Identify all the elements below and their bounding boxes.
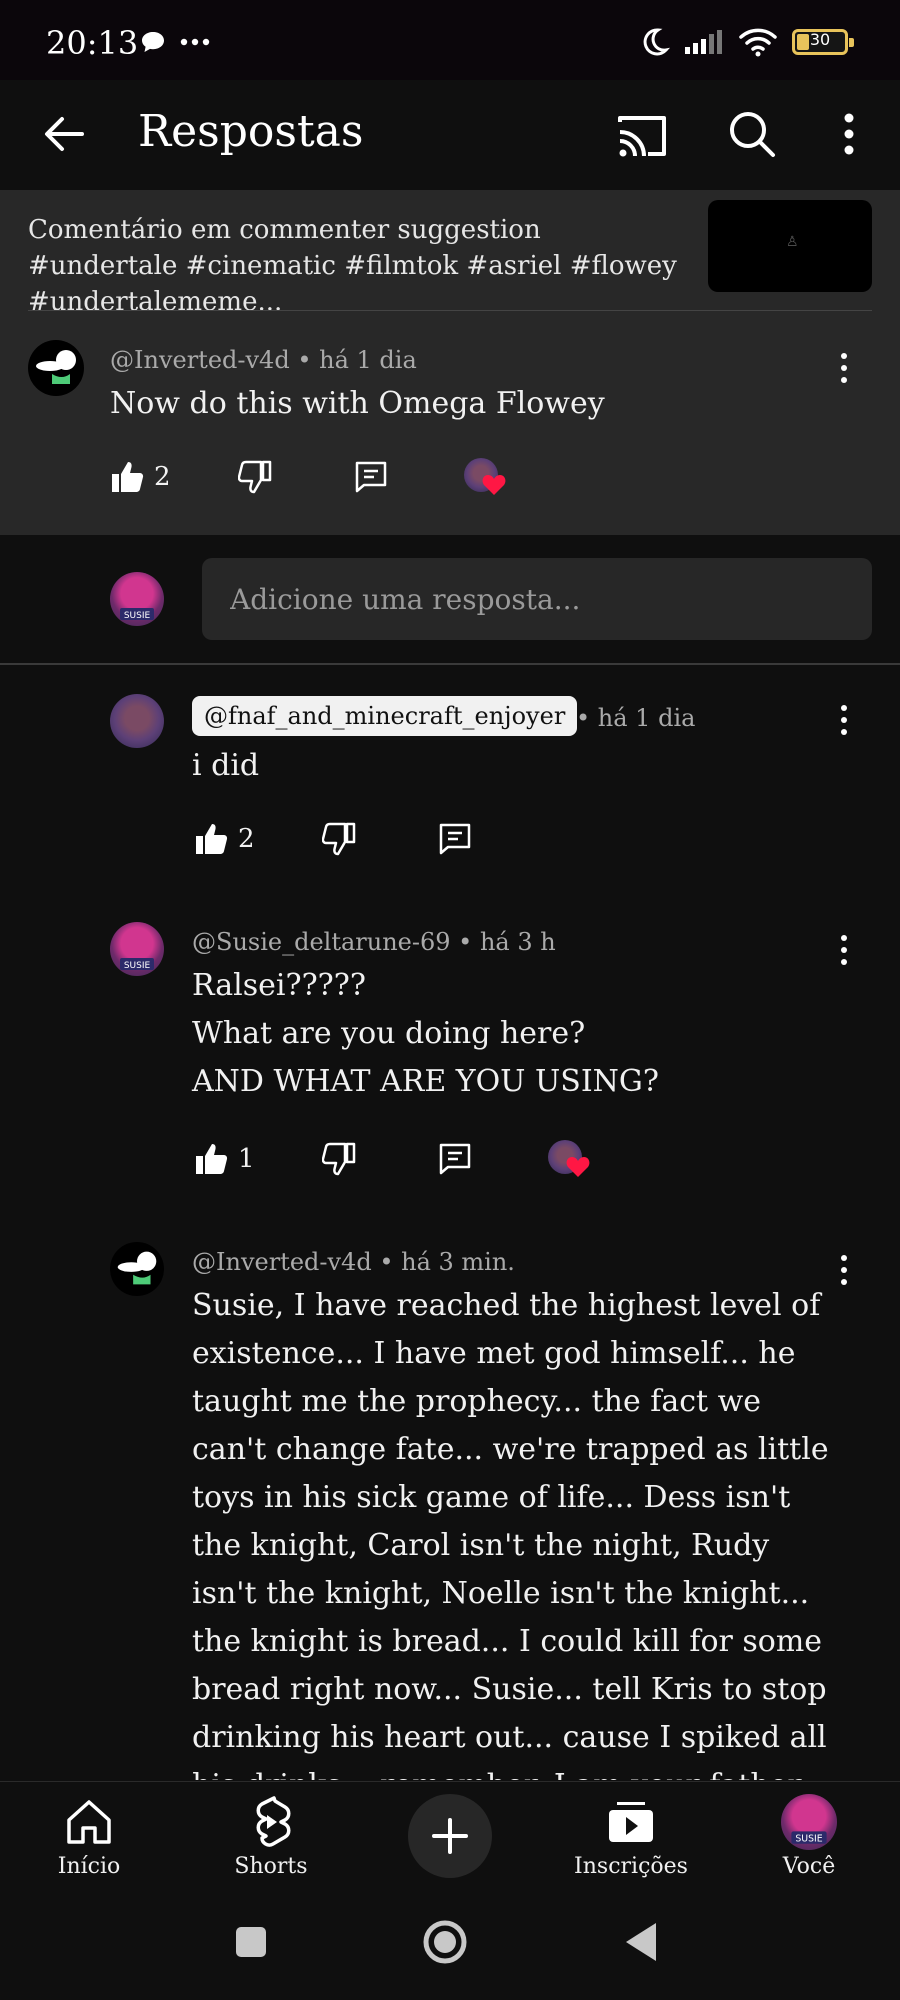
shorts-icon <box>256 1796 291 1847</box>
heart-icon <box>566 1157 590 1177</box>
comment-more-icon[interactable] <box>834 350 854 386</box>
page-title: Respostas <box>138 106 364 157</box>
dislike-icon[interactable] <box>322 822 356 856</box>
comment-line: Ralsei????? <box>192 968 366 1003</box>
susie-badge-icon: SUSIE <box>120 958 154 971</box>
user-avatar: SUSIE <box>110 572 164 626</box>
heart-icon <box>482 475 506 495</box>
avatar-drawing-icon <box>36 350 76 384</box>
avatar[interactable] <box>110 1242 164 1296</box>
thumbnail-figure-icon: ♙ <box>786 234 799 250</box>
create-button[interactable] <box>408 1794 492 1878</box>
susie-badge-icon: SUSIE <box>120 608 154 621</box>
status-bar: 20:13 30 <box>0 0 900 80</box>
comment-author[interactable]: @Inverted-v4d <box>192 1248 372 1276</box>
nav-shorts-label: Shorts <box>234 1854 308 1879</box>
comment-meta: @Susie_deltarune-69 • há 3 h <box>192 928 556 956</box>
svg-text:SUSIE: SUSIE <box>124 611 151 621</box>
status-left-icons <box>140 30 210 54</box>
nav-subscriptions-label: Inscrições <box>574 1854 688 1879</box>
comment-text: Susie, I have reached the highest level … <box>192 1288 829 1780</box>
like-icon[interactable] <box>194 1142 228 1176</box>
cast-icon[interactable] <box>614 108 670 164</box>
battery-icon: 30 <box>792 29 854 55</box>
nav-shorts[interactable]: Shorts <box>196 1782 346 1892</box>
comment-author[interactable]: @Inverted-v4d <box>110 346 290 374</box>
more-options-icon[interactable] <box>834 106 864 162</box>
video-thumbnail[interactable]: ♙ <box>708 200 872 292</box>
signal-icon <box>685 30 722 54</box>
reply-icon[interactable] <box>354 460 388 494</box>
like-count: 2 <box>154 462 171 492</box>
video-context-text[interactable]: Comentário em commenter suggestion #unde… <box>28 212 698 320</box>
system-navigation-bar <box>0 1891 900 2000</box>
comment-meta: @Inverted-v4d • há 3 min. <box>192 1248 515 1276</box>
like-icon[interactable] <box>110 460 144 494</box>
plus-icon <box>432 1818 468 1854</box>
more-notifications-icon <box>180 38 210 46</box>
comment-line: AND WHAT ARE YOU USING? <box>192 1064 659 1099</box>
creator-heart-badge <box>548 1140 590 1180</box>
comment-text: Ralsei????? What are you doing here? AND… <box>192 962 659 1106</box>
divider <box>0 663 900 665</box>
like-count: 1 <box>238 1144 255 1174</box>
reply-input[interactable] <box>202 558 872 640</box>
avatar[interactable] <box>110 694 164 748</box>
like-icon[interactable] <box>194 822 228 856</box>
home-icon <box>67 1800 111 1844</box>
comment-meta: @Inverted-v4d • há 1 dia <box>110 346 417 374</box>
creator-heart-badge <box>464 458 506 498</box>
reply-icon[interactable] <box>438 822 472 856</box>
back-arrow-icon[interactable] <box>36 106 92 162</box>
svg-text:SUSIE: SUSIE <box>124 961 151 971</box>
dislike-icon[interactable] <box>322 1142 356 1176</box>
nav-you-label: Você <box>782 1854 836 1879</box>
app-bar: Respostas <box>0 80 900 190</box>
nav-subscriptions[interactable]: Inscrições <box>556 1782 706 1892</box>
do-not-disturb-moon-icon <box>643 28 670 56</box>
user-avatar: SUSIE <box>781 1794 837 1850</box>
comment-text: Now do this with Omega Flowey <box>110 386 605 421</box>
parent-comment-panel: Comentário em commenter suggestion #unde… <box>0 190 900 535</box>
search-icon[interactable] <box>724 106 780 162</box>
comment-line: What are you doing here? <box>192 1016 586 1051</box>
home-circle-icon[interactable] <box>422 1919 468 1965</box>
back-triangle-icon[interactable] <box>622 1921 658 1963</box>
svg-text:SUSIE: SUSIE <box>795 1834 822 1845</box>
bottom-navigation: Início Shorts Inscrições SUSIE Você <box>0 1781 900 1891</box>
comment-time: há 1 dia <box>319 346 417 374</box>
reply-input-box[interactable] <box>202 558 872 640</box>
avatar[interactable] <box>28 340 84 396</box>
comment-text: i did <box>192 748 260 783</box>
dislike-icon[interactable] <box>238 460 272 494</box>
recent-apps-icon[interactable] <box>234 1925 268 1959</box>
status-right-icons: 30 <box>638 26 854 58</box>
divider <box>28 310 872 311</box>
battery-level: 30 <box>809 30 831 49</box>
nav-home[interactable]: Início <box>14 1782 164 1892</box>
nav-you[interactable]: SUSIE Você <box>734 1782 884 1892</box>
wifi-icon <box>739 28 777 57</box>
avatar[interactable]: SUSIE <box>110 922 164 976</box>
status-time: 20:13 <box>46 24 139 62</box>
comment-more-icon[interactable] <box>834 932 854 968</box>
comment-time: há 3 min. <box>401 1248 515 1276</box>
comment-more-icon[interactable] <box>834 1252 854 1288</box>
nav-home-label: Início <box>57 1854 121 1879</box>
comment-more-icon[interactable] <box>834 702 854 738</box>
author-mention-chip[interactable]: @fnaf_and_minecraft_enjoyer <box>192 696 578 736</box>
subscriptions-icon <box>609 1802 653 1842</box>
chat-bubble-icon <box>142 32 164 52</box>
susie-badge-icon: SUSIE <box>791 1831 827 1845</box>
reply-icon[interactable] <box>438 1142 472 1176</box>
comment-time: há 3 h <box>479 928 556 956</box>
avatar-drawing-icon <box>117 1251 157 1285</box>
like-count: 2 <box>238 824 255 854</box>
comment-time: • há 1 dia <box>576 704 696 732</box>
comment-author[interactable]: @Susie_deltarune-69 <box>192 928 451 956</box>
